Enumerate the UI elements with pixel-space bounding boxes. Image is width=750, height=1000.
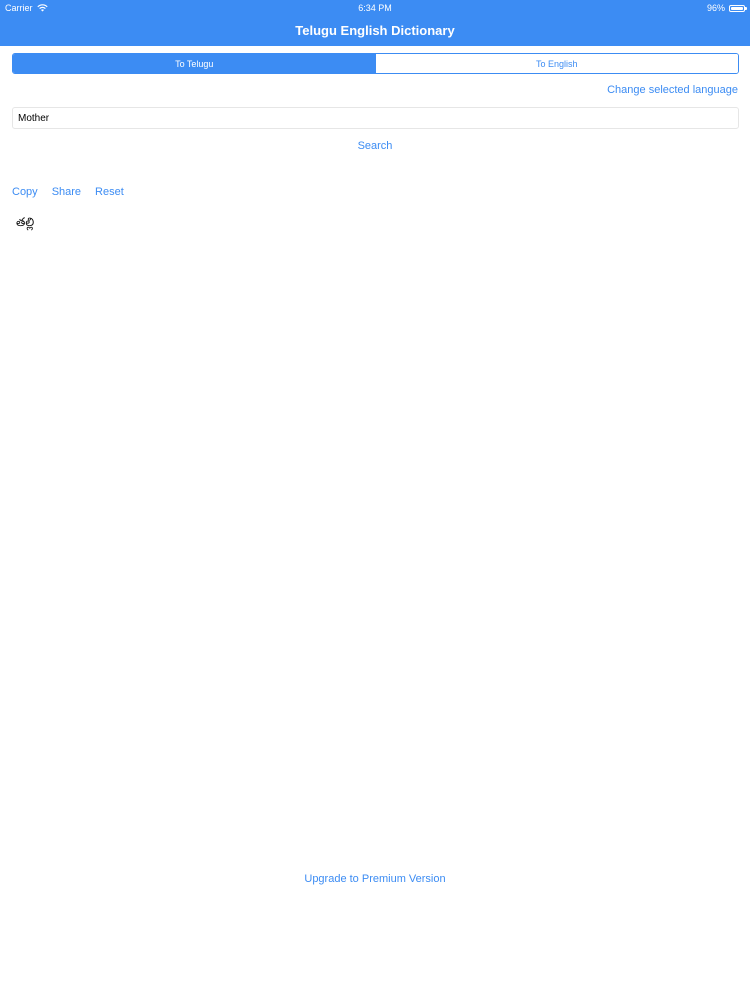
status-right: 96% (706, 0, 747, 16)
reset-button[interactable]: Reset (95, 185, 124, 199)
status-time: 6:34 PM (358, 3, 392, 13)
battery-icon (729, 4, 747, 12)
result-actions: Copy Share Reset (12, 185, 124, 199)
page-title: Telugu English Dictionary (295, 23, 455, 38)
translation-direction-control: To Telugu To English (12, 53, 739, 74)
translation-result: తల్లి (16, 215, 35, 229)
share-button[interactable]: Share (52, 185, 81, 199)
segment-to-telugu[interactable]: To Telugu (13, 54, 376, 73)
upgrade-row: Upgrade to Premium Version (0, 872, 750, 886)
status-bar: Carrier 6:34 PM 96% (0, 0, 750, 16)
battery-percent: 96% (706, 3, 725, 13)
upgrade-button[interactable]: Upgrade to Premium Version (304, 873, 445, 885)
carrier-label: Carrier (5, 3, 33, 13)
change-language-button[interactable]: Change selected language (607, 83, 738, 97)
search-button[interactable]: Search (358, 140, 393, 152)
copy-button[interactable]: Copy (12, 185, 38, 199)
battery-fill (731, 6, 743, 10)
status-left: Carrier (5, 0, 48, 16)
segment-to-english[interactable]: To English (375, 54, 738, 73)
search-input[interactable] (12, 107, 739, 129)
wifi-icon (36, 4, 48, 12)
search-button-row: Search (0, 139, 750, 153)
navigation-header: Carrier 6:34 PM 96% Telugu English Dicti… (0, 0, 750, 46)
